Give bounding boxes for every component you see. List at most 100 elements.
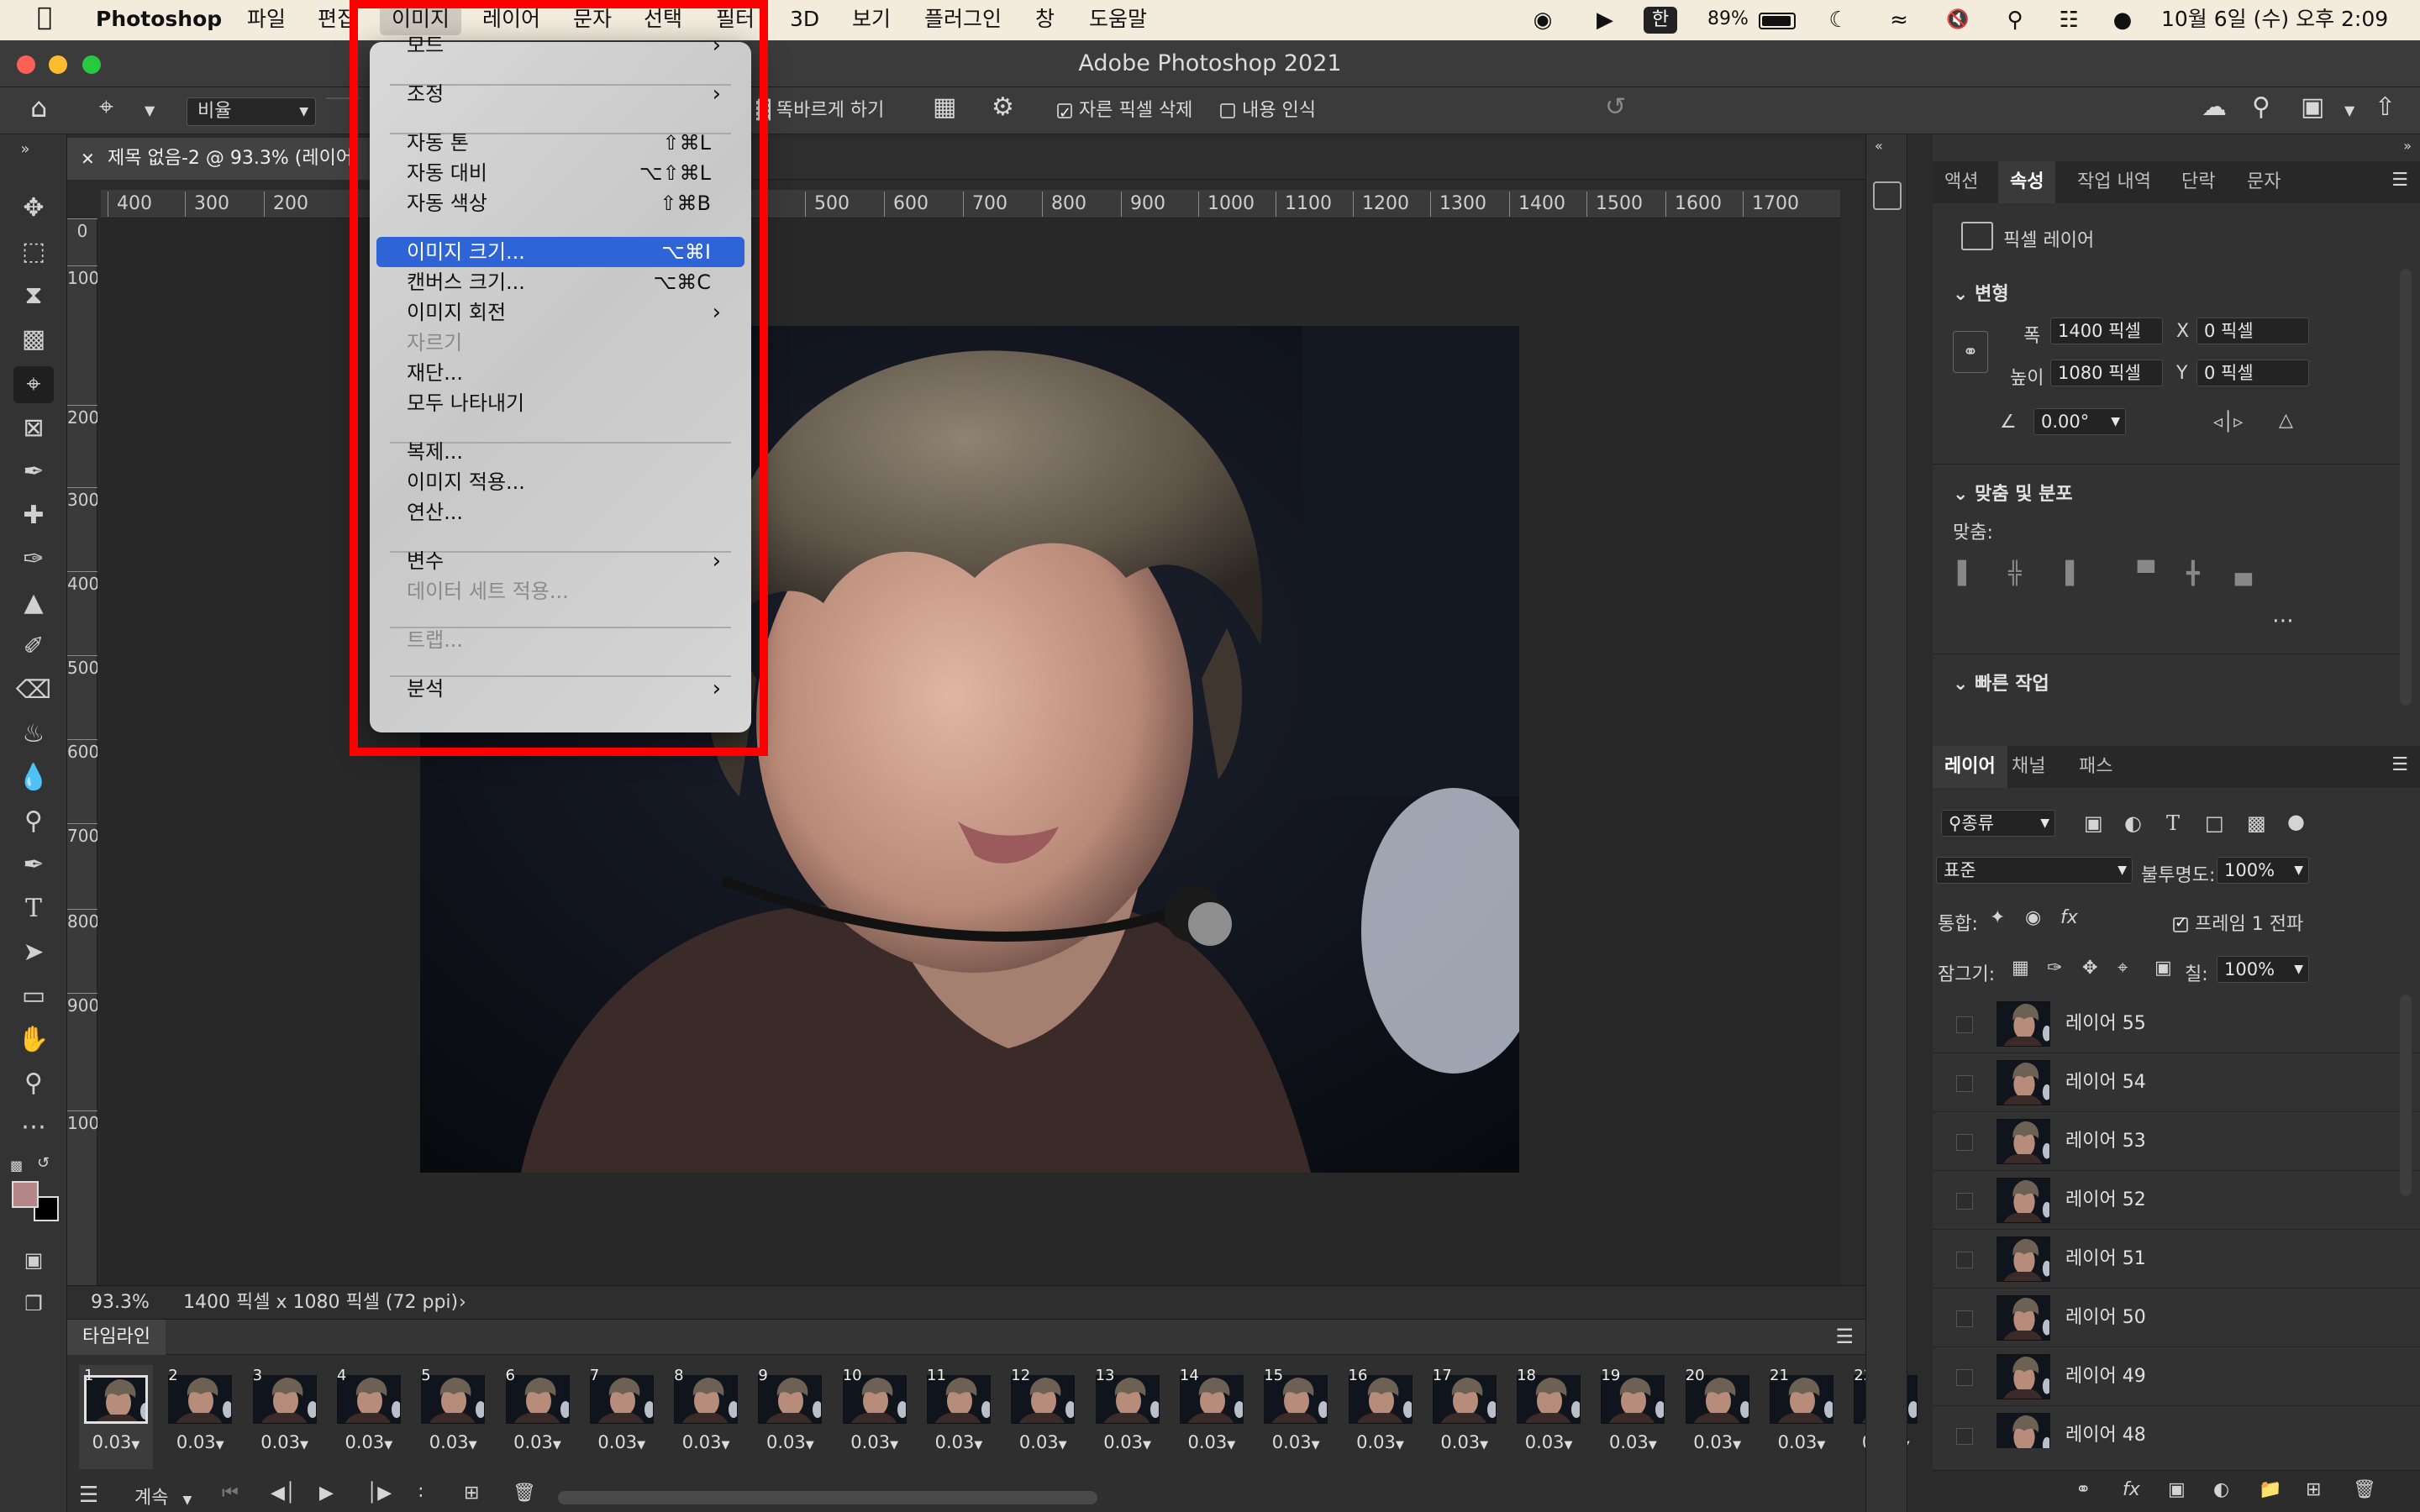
timeline-frame[interactable]: 20 0.03▼ [1681, 1365, 1754, 1469]
filter-adjustment-icon[interactable]: ◐ [2124, 811, 2142, 835]
timeline-frame[interactable]: 11 0.03▼ [922, 1365, 996, 1469]
search-icon[interactable]: ⚲ [2252, 94, 2270, 121]
reset-icon[interactable]: ↺ [1605, 94, 1626, 121]
quick-actions-section-header[interactable]: ⌄ 빠른 작업 [1953, 669, 2049, 696]
timeline-frame[interactable]: 21 0.03▼ [1765, 1365, 1839, 1469]
frame-tool-icon[interactable]: ⊠ [13, 410, 54, 447]
menu-view[interactable]: 보기 [852, 7, 891, 32]
frame-delay-select[interactable]: 0.03▼ [1765, 1432, 1839, 1452]
frame-delay-select[interactable]: 0.03▼ [1259, 1432, 1333, 1452]
timeline-scrollbar[interactable] [558, 1491, 1097, 1504]
rectangle-tool-icon[interactable]: ▭ [13, 978, 54, 1015]
cloud-user-icon[interactable]: ☁ [2202, 94, 2227, 121]
layer-row[interactable]: 레이어 48 [1933, 1406, 2420, 1448]
timeline-frame[interactable]: 1 0.03▼ [79, 1365, 153, 1469]
frame-delay-select[interactable]: 0.03▼ [1596, 1432, 1670, 1452]
frame-delay-select[interactable]: 0.03▼ [1428, 1432, 1502, 1452]
frame-delay-select[interactable]: 0.03▼ [585, 1432, 659, 1452]
tab-channels[interactable]: 채널 [2000, 746, 2057, 788]
timeline-frame[interactable]: 3 0.03▼ [248, 1365, 322, 1469]
filter-toggle-icon[interactable]: ● [2287, 810, 2305, 833]
layer-filter-select[interactable]: ⚲종류 ▼ [1941, 810, 2055, 837]
ratio-select[interactable]: 비율 ▼ [187, 97, 316, 126]
tab-layers[interactable]: 레이어 [1933, 746, 2007, 788]
opacity-input[interactable]: 100% ▼ [2217, 857, 2309, 884]
layer-row[interactable]: 레이어 55 [1933, 995, 2420, 1053]
pen-tool-icon[interactable]: ✒ [13, 847, 54, 884]
first-frame-icon[interactable]: ⏮ [222, 1483, 239, 1504]
layer-row[interactable]: 레이어 51 [1933, 1230, 2420, 1289]
timeline-frame[interactable]: 8 0.03▼ [669, 1365, 743, 1469]
crop-tool-icon[interactable]: ⌖ [13, 366, 54, 403]
move-tool-icon[interactable]: ✥ [13, 190, 54, 227]
previous-frame-icon[interactable]: ◀│ [271, 1483, 296, 1504]
share-icon[interactable]: ⇧ [2375, 94, 2396, 121]
frame-delay-select[interactable]: 0.03▼ [79, 1432, 153, 1452]
wifi-icon[interactable]: ≈ [1881, 7, 1918, 34]
menu-window[interactable]: 창 [1035, 7, 1055, 32]
chevron-down-icon[interactable]: ▼ [2344, 97, 2354, 124]
adjustment-layer-icon[interactable]: ◐ [2213, 1479, 2229, 1500]
tab-character[interactable]: 문자 [2235, 161, 2292, 203]
unify-visibility-icon[interactable]: ◉ [2025, 907, 2041, 928]
convert-timeline-icon[interactable]: ☰ [79, 1483, 98, 1508]
visibility-toggle[interactable] [1956, 1369, 1973, 1386]
path-selection-tool-icon[interactable]: ➤ [13, 934, 54, 971]
panel-menu-icon[interactable]: ☰ [2391, 754, 2408, 775]
dodge-tool-icon[interactable]: ⚲ [13, 803, 54, 840]
swap-colors-icon[interactable]: ↺ [37, 1154, 50, 1172]
tab-paragraph[interactable]: 단락 [2170, 161, 2227, 203]
new-group-icon[interactable]: 📁 [2259, 1479, 2281, 1500]
y-input[interactable]: 0 픽셀 [2196, 360, 2309, 386]
content-aware-checkbox[interactable]: 내용 인식 [1220, 97, 1316, 124]
visibility-toggle[interactable] [1956, 1134, 1973, 1151]
timeline-frame[interactable]: 9 0.03▼ [753, 1365, 827, 1469]
type-tool-icon[interactable]: T [13, 890, 54, 927]
dark-mode-icon[interactable]: ☾ [1822, 7, 1855, 34]
timeline-frame[interactable]: 5 0.03▼ [416, 1365, 490, 1469]
flip-horizontal-icon[interactable]: ◃│▹ [2213, 412, 2243, 433]
play-icon[interactable]: ▶ [319, 1483, 334, 1504]
straighten-button[interactable]: ▓ 똑바르게 하기 [756, 97, 884, 124]
layer-row[interactable]: 레이어 50 [1933, 1289, 2420, 1347]
collapse-panels-icon[interactable]: » [2403, 138, 2412, 154]
timeline-frame[interactable]: 12 0.03▼ [1006, 1365, 1080, 1469]
unify-style-icon[interactable]: fx [2060, 907, 2078, 928]
close-tab-icon[interactable]: ✕ [81, 138, 95, 180]
layer-row[interactable]: 레이어 49 [1933, 1347, 2420, 1406]
properties-scrollbar[interactable] [2400, 269, 2412, 706]
filter-smart-object-icon[interactable]: ▩ [2247, 811, 2266, 835]
panel-menu-icon[interactable]: ☰ [2391, 170, 2408, 191]
frame-delay-select[interactable]: 0.03▼ [922, 1432, 996, 1452]
lock-image-icon[interactable]: ✑ [2047, 958, 2062, 979]
control-center-icon[interactable]: ☷ [2050, 7, 2087, 34]
add-mask-icon[interactable]: ▣ [2168, 1479, 2186, 1500]
document-tab[interactable]: ✕ 제목 없음-2 @ 93.3% (레이어 [67, 138, 387, 180]
frame-delay-select[interactable]: 0.03▼ [416, 1432, 490, 1452]
visibility-toggle[interactable] [1956, 1075, 1973, 1092]
visibility-toggle[interactable] [1956, 1310, 1973, 1327]
crop-tool-preset-icon[interactable]: ⌖ [99, 94, 113, 121]
apple-menu-icon[interactable]:  [37, 5, 52, 30]
layer-row[interactable]: 레이어 52 [1933, 1171, 2420, 1230]
height-input[interactable]: 1080 픽셀 [2050, 360, 2163, 386]
propagate-frame-checkbox[interactable]: 프레임 1 전파 [2173, 909, 2303, 936]
notification-app-icon[interactable]: ◉ [1526, 7, 1560, 34]
filter-type-icon[interactable]: T [2166, 811, 2180, 835]
timeline-frame[interactable]: 10 0.03▼ [838, 1365, 912, 1469]
delete-layer-icon[interactable]: 🗑 [2353, 1479, 2376, 1500]
blur-tool-icon[interactable]: 💧 [13, 759, 54, 796]
frame-delay-select[interactable]: 0.03▼ [838, 1432, 912, 1452]
align-section-header[interactable]: ⌄ 맞춤 및 분포 [1953, 479, 2073, 506]
timeline-frame[interactable]: 18 0.03▼ [1512, 1365, 1586, 1469]
layer-row[interactable]: 레이어 53 [1933, 1112, 2420, 1171]
angle-input[interactable]: 0.00° ▼ [2033, 408, 2126, 435]
lock-artboard-icon[interactable]: ⌖ [2118, 958, 2128, 979]
loop-select[interactable]: 계속 ▼ [134, 1483, 192, 1509]
input-source-icon[interactable]: 한 [1644, 7, 1677, 34]
quick-mask-icon[interactable]: ▣ [13, 1242, 54, 1278]
tab-paths[interactable]: 패스 [2067, 746, 2124, 788]
link-layers-icon[interactable]: ⚭ [2075, 1479, 2091, 1500]
visibility-toggle[interactable] [1956, 1193, 1973, 1210]
default-colors-icon[interactable]: ▩ [10, 1158, 23, 1173]
